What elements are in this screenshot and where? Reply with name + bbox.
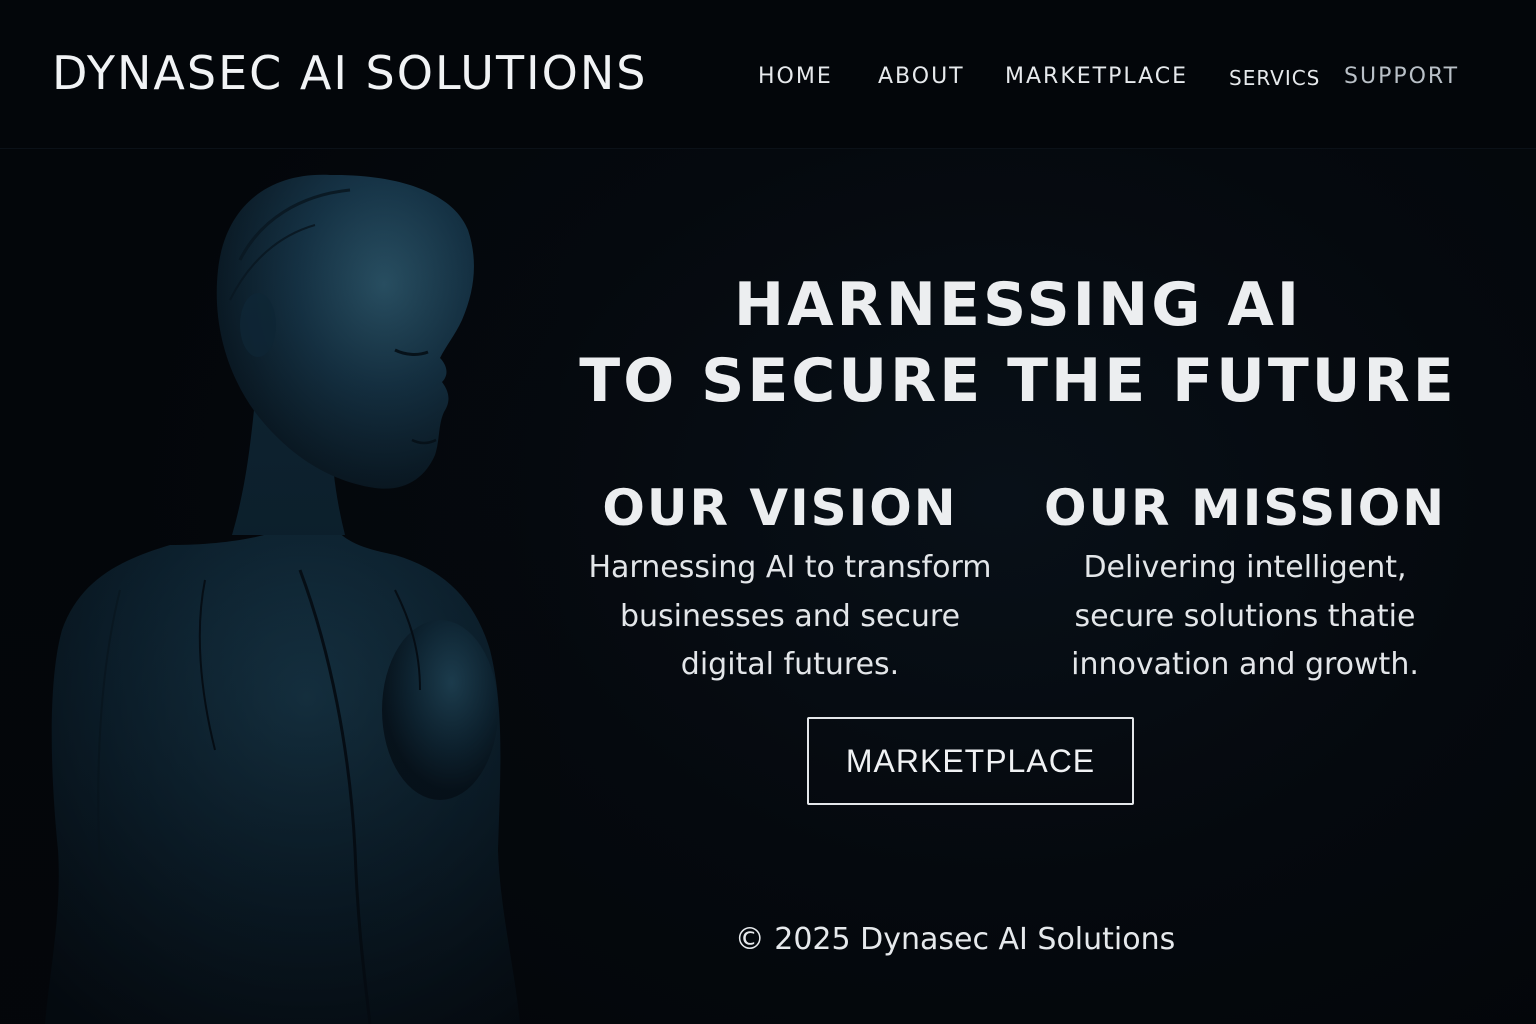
vision-text-line: digital futures. xyxy=(680,647,900,682)
site-header: DYNASEC AI SOLUTIONS HOME ABOUT MARKETPL… xyxy=(0,0,1536,149)
vision-text: Harnessing AI to transform businesses an… xyxy=(572,544,1008,690)
nav-marketplace-link[interactable]: MARKETPLACE xyxy=(1005,64,1188,89)
nav-support-link[interactable]: SUPPORT xyxy=(1344,64,1459,89)
nav-services-link[interactable]: SERVICS xyxy=(1229,66,1320,90)
vision-text-line: Harnessing AI to transform xyxy=(588,550,992,585)
brand-logo-text[interactable]: DYNASEC AI SOLUTIONS xyxy=(52,46,647,100)
android-figure-illustration xyxy=(0,150,560,1024)
nav-about-link[interactable]: ABOUT xyxy=(878,64,965,89)
hero-title-line1: HARNESSING AI xyxy=(733,270,1303,341)
nav-home-link[interactable]: HOME xyxy=(758,64,833,89)
mission-text-line: Delivering intelligent, xyxy=(1083,550,1407,585)
hero-title-line2: TO SECURE THE FUTURE xyxy=(579,346,1457,417)
vision-text-line: businesses and secure xyxy=(619,598,961,634)
mission-text-line: secure solutions thatie xyxy=(1074,598,1416,634)
android-figure-image xyxy=(0,150,560,1024)
vision-heading: OUR VISION xyxy=(602,478,958,537)
footer-copyright: © 2025 Dynasec AI Solutions xyxy=(734,922,1176,957)
mission-text-line: innovation and growth. xyxy=(1071,647,1419,682)
mission-text: Delivering intelligent, secure solutions… xyxy=(1040,544,1450,690)
mission-heading: OUR MISSION xyxy=(1043,478,1447,537)
marketplace-button[interactable]: MARKETPLACE xyxy=(807,717,1134,805)
page: DYNASEC AI SOLUTIONS HOME ABOUT MARKETPL… xyxy=(0,0,1536,1024)
